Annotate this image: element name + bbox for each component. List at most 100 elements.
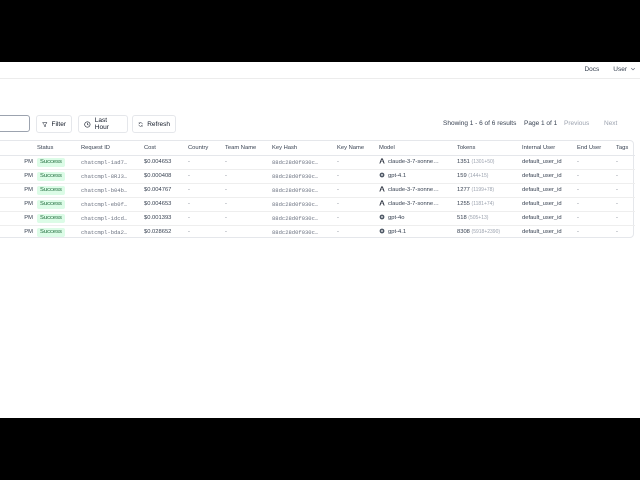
app-viewport: Docs User Filter Last Hour Refresh Showi… [0,62,640,418]
refresh-icon [138,121,143,127]
table-row[interactable]: PM Success chatcmpl-bda2… $0.028652 - - … [0,225,635,239]
tokens-breakdown: (1301+50) [471,159,495,165]
end-user-cell: - [575,169,614,184]
table-header-row: Status Request ID Cost Country Team Name… [0,141,635,156]
team-name-cell: - [223,155,270,170]
cost-cell: $0.028652 [144,229,172,236]
previous-page-button[interactable]: Previous [564,120,589,127]
table-row[interactable]: PM Success chatcmpl-1ad7… $0.004653 - - … [0,155,635,170]
tokens-total: 1255 [457,201,470,207]
request-id-cell[interactable]: chatcmpl-eb0f… [79,197,142,212]
next-page-button[interactable]: Next [604,120,617,127]
tags-cell: - [614,169,635,184]
chevron-down-icon [630,67,636,71]
table-row[interactable]: PM Success chatcmpl-b04b… $0.004767 - - … [0,183,635,198]
model-name: gpt-4.1 [388,229,407,236]
col-header-status[interactable]: Status [35,141,79,156]
tokens-cell: 8308 (5918+2390) [455,225,520,239]
docs-link[interactable]: Docs [584,66,599,73]
col-header-time[interactable] [0,141,35,156]
col-header-key-hash[interactable]: Key Hash [270,141,335,156]
col-header-key-name[interactable]: Key Name [335,141,377,156]
anthropic-logo-icon [379,200,385,206]
country-cell: - [186,197,223,212]
col-header-country[interactable]: Country [186,141,223,156]
logs-table-body: PM Success chatcmpl-1ad7… $0.004653 - - … [0,155,635,239]
tags-cell: - [614,183,635,198]
internal-user-cell: default_user_id [520,197,575,212]
model-name: claude-3-7-sonne… [388,187,439,193]
end-user-cell: - [575,155,614,170]
openai-logo-icon [379,172,385,178]
country-cell: - [186,211,223,226]
filter-icon [42,121,48,127]
cost-cell: $0.004653 [142,197,186,212]
cost-cell: $0.004653 [142,155,186,170]
internal-user-cell: default_user_id [520,155,575,170]
model-cell: gpt-4.1 [377,169,455,184]
key-name-cell: - [335,183,377,198]
status-badge: Success [37,171,65,181]
request-id-cell[interactable]: chatcmpl-bda2… [79,225,142,239]
request-id-cell[interactable]: chatcmpl-1ad7… [79,155,142,170]
team-name-cell: - [225,229,227,236]
col-header-tokens[interactable]: Tokens [455,141,520,156]
openai-logo-icon [379,214,385,220]
col-header-cost[interactable]: Cost [142,141,186,156]
table-row[interactable]: PM Success chatcmpl-1dcd… $0.001393 - - … [0,211,635,226]
col-header-team-name[interactable]: Team Name [223,141,270,156]
time-cell: PM [0,155,35,170]
refresh-button[interactable]: Refresh [132,115,176,133]
key-hash-cell: 88dc28d0f030c… [272,228,319,236]
tags-cell: - [614,197,635,212]
results-count: Showing 1 - 6 of 6 results [443,120,517,127]
key-hash-cell: 88dc28d0f030c… [270,169,335,184]
col-header-model[interactable]: Model [377,141,455,156]
tokens-total: 518 [457,215,467,221]
request-id-cell[interactable]: chatcmpl-b04b… [79,183,142,198]
search-input[interactable] [0,115,30,132]
model-cell: claude-3-7-sonne… [377,197,455,212]
cost-cell: $0.000408 [142,169,186,184]
tokens-breakdown: (505+13) [468,215,489,221]
col-header-tags[interactable]: Tags [614,141,635,156]
tokens-total: 8308 [457,229,470,236]
status-cell: Success [35,211,79,226]
key-name-cell: - [335,169,377,184]
user-menu[interactable]: User [613,66,636,73]
tokens-breakdown: (144+15) [468,173,489,179]
anthropic-logo-icon [379,158,385,164]
status-cell: Success [35,169,79,184]
col-header-end-user[interactable]: End User [575,141,614,156]
col-header-request-id[interactable]: Request ID [79,141,142,156]
status-badge: Success [37,157,65,167]
table-row[interactable]: PM Success chatcmpl-8RJ3… $0.000408 - - … [0,169,635,184]
table-row[interactable]: PM Success chatcmpl-eb0f… $0.004653 - - … [0,197,635,212]
navbar-divider [0,78,640,79]
country-cell: - [186,183,223,198]
col-header-internal-user[interactable]: Internal User [520,141,575,156]
tokens-breakdown: (5918+2390) [471,229,501,236]
filter-button-label: Filter [51,120,66,128]
end-user-cell: - [575,183,614,198]
tokens-breakdown: (1199+78) [471,187,495,193]
internal-user-cell: default_user_id [520,183,575,198]
filter-button[interactable]: Filter [36,115,72,133]
cost-cell: $0.001393 [142,211,186,226]
team-name-cell: - [223,169,270,184]
time-cell: PM [24,229,33,236]
tags-cell: - [616,229,618,236]
tokens-cell: 1255 (1181+74) [455,197,520,212]
tokens-cell: 1351 (1301+50) [455,155,520,170]
request-id-cell[interactable]: chatcmpl-1dcd… [79,211,142,226]
time-range-label: Last Hour [94,117,109,131]
time-cell: PM [0,211,35,226]
time-cell: PM [0,183,35,198]
tokens-total: 1351 [457,159,470,165]
country-cell: - [186,169,223,184]
user-menu-label: User [613,65,627,73]
request-id-cell[interactable]: chatcmpl-8RJ3… [79,169,142,184]
cost-cell: $0.004767 [142,183,186,198]
time-range-button[interactable]: Last Hour [78,115,128,133]
anthropic-logo-icon [379,186,385,192]
